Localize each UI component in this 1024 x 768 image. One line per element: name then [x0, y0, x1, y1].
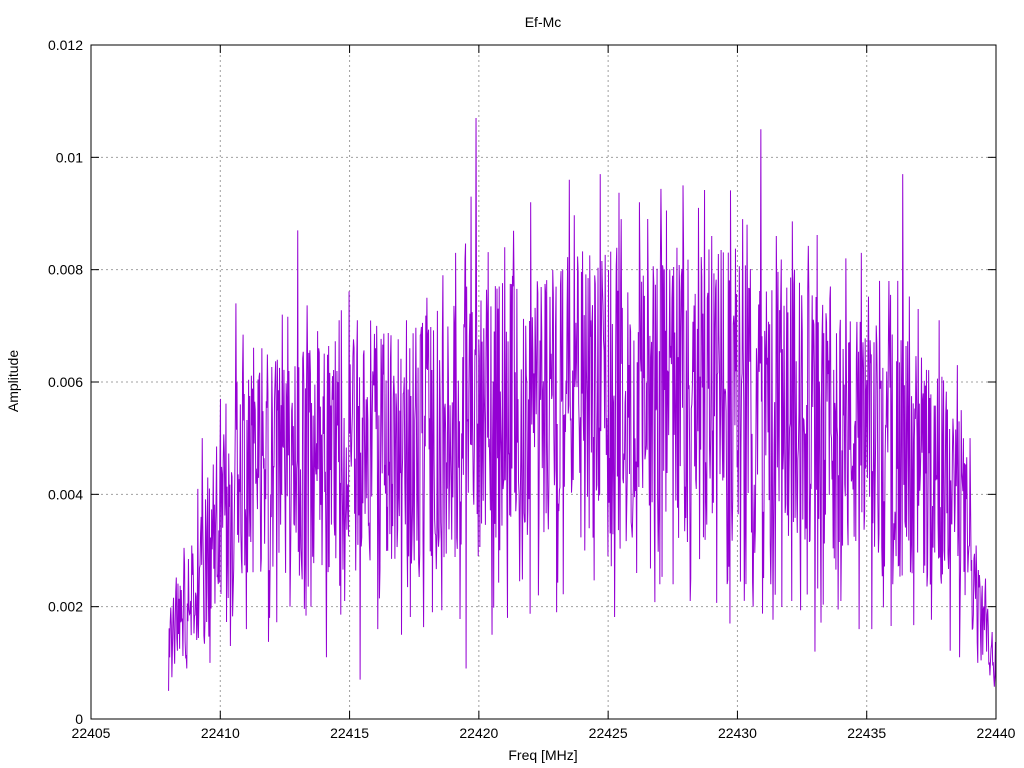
- y-axis-title: Amplitude: [5, 350, 21, 412]
- y-tick-label: 0.008: [48, 262, 83, 278]
- chart-title: Ef-Mc: [525, 14, 562, 30]
- x-axis-title: Freq [MHz]: [508, 747, 577, 763]
- y-tick-label: 0.002: [48, 599, 83, 615]
- x-tick-label: 22430: [718, 725, 757, 741]
- y-tick-label: 0.004: [48, 486, 83, 502]
- x-tick-label: 22440: [977, 725, 1016, 741]
- x-tick-label: 22405: [72, 725, 111, 741]
- y-tick-label: 0: [75, 711, 83, 727]
- x-tick-label: 22420: [459, 725, 498, 741]
- y-tick-label: 0.012: [48, 37, 83, 53]
- x-tick-label: 22435: [847, 725, 886, 741]
- x-tick-label: 22410: [201, 725, 240, 741]
- x-tick-label: 22415: [330, 725, 369, 741]
- y-tick-label: 0.01: [56, 149, 83, 165]
- chart: 22405 22410 22415 22420 22425 22430 22435 22440…: [0, 0, 1024, 768]
- x-tick-label: 22425: [589, 725, 628, 741]
- y-tick-label: 0.006: [48, 374, 83, 390]
